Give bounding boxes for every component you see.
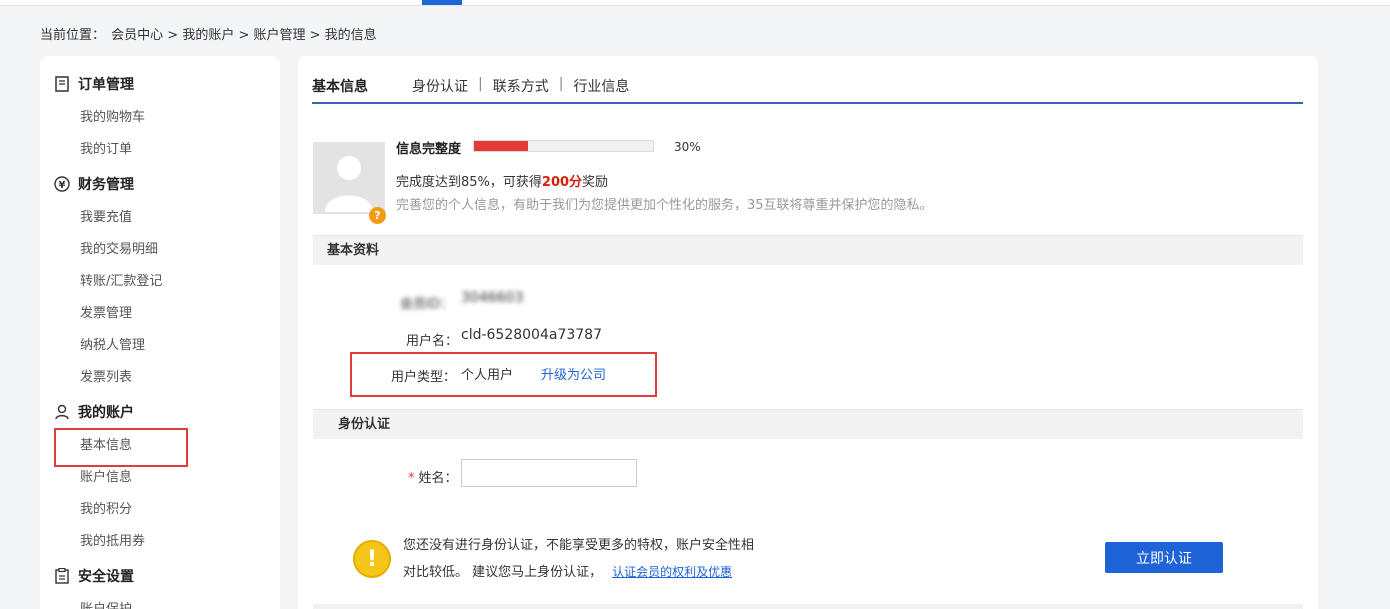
sidebar-group-title: 安全设置 <box>78 569 134 585</box>
tab-separator: | <box>478 76 483 92</box>
yen-coin-icon: ¥ <box>54 176 70 192</box>
sidebar-group-orders: 订单管理 <box>54 74 134 94</box>
sidebar: 订单管理 我的购物车 我的订单 ¥ 财务管理 我要充值 我的交易明细 转账/汇款… <box>40 56 280 609</box>
avatar[interactable] <box>313 142 385 214</box>
user-icon <box>54 404 70 420</box>
warning-icon: ! <box>353 540 391 578</box>
section-divider <box>313 604 1303 609</box>
member-id-value: 3046603 <box>461 290 524 306</box>
sidebar-item-basic-info[interactable]: 基本信息 <box>80 436 132 456</box>
section-identity: 身份认证 <box>313 409 1303 439</box>
avatar-placeholder-icon <box>325 156 373 212</box>
sidebar-item-account-info[interactable]: 账户信息 <box>80 468 132 488</box>
sidebar-item-taxpayer[interactable]: 纳税人管理 <box>80 336 145 356</box>
verify-now-button[interactable]: 立即认证 <box>1105 542 1223 573</box>
warning-line-1: 您还没有进行身份认证，不能享受更多的特权，账户安全性相 <box>403 538 755 553</box>
tab-contact[interactable]: 联系方式 <box>493 74 549 96</box>
completeness-label: 信息完整度 <box>396 142 462 157</box>
progress-percent: 30% <box>674 140 701 154</box>
sidebar-group-title: 我的账户 <box>78 405 134 421</box>
breadcrumb-label: 当前位置： <box>40 28 106 43</box>
sidebar-item-cart[interactable]: 我的购物车 <box>80 108 145 128</box>
reward-text: 完成度达到85%，可获得200分奖励 <box>396 171 608 190</box>
svg-text:¥: ¥ <box>59 180 66 191</box>
sidebar-group-security: 安全设置 <box>54 566 134 586</box>
sidebar-item-transactions[interactable]: 我的交易明细 <box>80 240 158 260</box>
name-label: * 姓名： <box>408 467 458 486</box>
sidebar-group-title: 财务管理 <box>78 177 134 193</box>
reward-prefix: 完成度达到85%，可获得 <box>396 175 542 190</box>
sidebar-item-points[interactable]: 我的积分 <box>80 500 132 520</box>
required-mark: * <box>408 471 415 486</box>
warning-line-2: 对比较低。 建议您马上身份认证， 认证会员的权利及优惠 <box>403 561 732 580</box>
sidebar-group-title: 订单管理 <box>78 77 134 93</box>
sidebar-group-account: 我的账户 <box>54 402 134 422</box>
upgrade-to-company-link[interactable]: 升级为公司 <box>541 364 606 383</box>
help-question-icon[interactable]: ? <box>369 207 386 224</box>
tab-bar: 基本信息 身份认证 | 联系方式 | 行业信息 <box>312 74 1303 104</box>
clipboard-icon <box>54 568 70 584</box>
sidebar-item-account-protection[interactable]: 账户保护 <box>80 600 132 609</box>
section-basic-info: 基本资料 <box>313 235 1303 265</box>
warning-line-2-text: 对比较低。 建议您马上身份认证， <box>403 565 603 580</box>
privacy-hint: 完善您的个人信息，有助于我们为您提供更加个性化的服务，35互联将尊重并保护您的隐… <box>396 198 933 213</box>
completeness-progress-bar <box>473 140 654 152</box>
document-icon <box>54 76 70 92</box>
reward-points: 200分 <box>541 175 583 190</box>
active-nav-indicator <box>422 0 462 5</box>
username-label: 用户名： <box>406 334 459 349</box>
member-id-label: 会员ID： <box>400 297 453 312</box>
sidebar-item-invoice-mgmt[interactable]: 发票管理 <box>80 304 132 324</box>
sidebar-item-orders[interactable]: 我的订单 <box>80 140 132 160</box>
breadcrumb-path[interactable]: 会员中心 > 我的账户 > 账户管理 > 我的信息 <box>111 28 376 43</box>
name-label-text: 姓名： <box>418 471 458 486</box>
breadcrumb: 当前位置： 会员中心 > 我的账户 > 账户管理 > 我的信息 <box>40 24 379 43</box>
sidebar-item-invoice-list[interactable]: 发票列表 <box>80 368 132 388</box>
tab-identity[interactable]: 身份认证 <box>412 74 468 96</box>
sidebar-group-finance: ¥ 财务管理 <box>54 174 134 194</box>
progress-fill <box>474 141 528 151</box>
name-input[interactable] <box>461 459 637 487</box>
main-panel: 基本信息 身份认证 | 联系方式 | 行业信息 ? 信息完整度 30% 完成度达… <box>298 56 1318 609</box>
reward-suffix: 奖励 <box>582 175 609 190</box>
tab-industry[interactable]: 行业信息 <box>573 74 629 96</box>
sidebar-item-vouchers[interactable]: 我的抵用券 <box>80 532 145 552</box>
user-type-value: 个人用户 <box>461 368 514 383</box>
top-nav-bar <box>0 0 1390 6</box>
sidebar-item-transfer[interactable]: 转账/汇款登记 <box>80 272 162 292</box>
tab-separator: | <box>558 76 564 92</box>
user-type-label: 用户类型： <box>391 370 457 385</box>
username-value: cld-6528004a73787 <box>461 327 602 343</box>
tab-basic-info[interactable]: 基本信息 <box>312 74 368 96</box>
member-benefits-link[interactable]: 认证会员的权利及优惠 <box>612 565 732 579</box>
sidebar-item-recharge[interactable]: 我要充值 <box>80 208 132 228</box>
